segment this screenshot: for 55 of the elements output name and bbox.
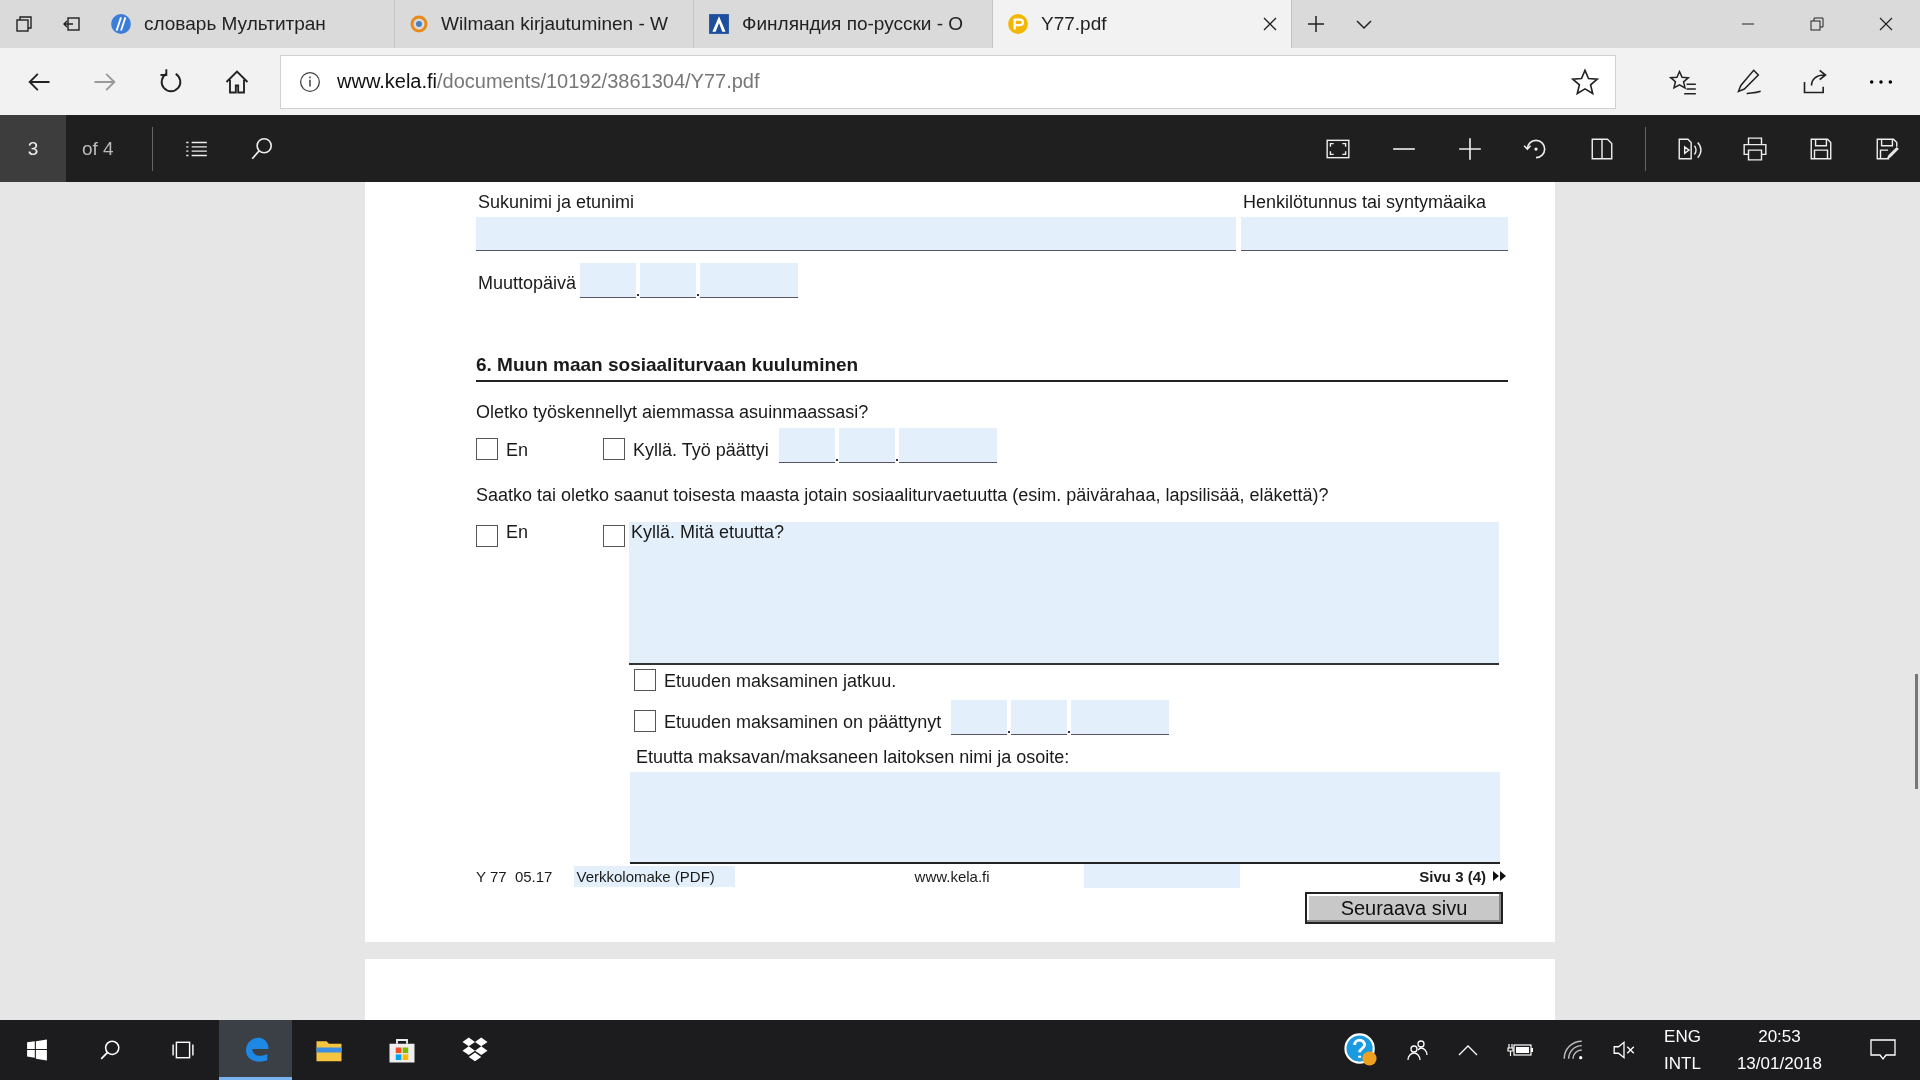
checkbox[interactable] bbox=[603, 525, 625, 547]
page-number-field[interactable]: 3 bbox=[0, 115, 66, 182]
clock-time[interactable]: 20:53 bbox=[1758, 1023, 1801, 1050]
scrollbar-thumb[interactable] bbox=[1915, 674, 1918, 789]
star-icon[interactable] bbox=[1571, 67, 1599, 96]
language-indicator[interactable]: ENG bbox=[1664, 1023, 1701, 1050]
address-bar[interactable]: www.kela.fi/documents/10192/3861304/Y77.pdf bbox=[280, 54, 1616, 109]
option-label: En bbox=[506, 522, 529, 544]
date-input-field[interactable] bbox=[1071, 700, 1170, 735]
option-label: Etuuden maksaminen jatkuu. bbox=[664, 671, 897, 693]
next-page-button[interactable]: Seuraava sivu bbox=[1305, 892, 1503, 924]
website-text: www.kela.fi bbox=[914, 867, 990, 885]
input-field[interactable] bbox=[476, 217, 1236, 251]
option-label: Etuuden maksaminen on päättynyt bbox=[664, 712, 942, 734]
page-count: of 4 bbox=[81, 137, 115, 160]
date-input-field[interactable] bbox=[838, 428, 895, 463]
option-label: Kyllä. Mitä etuutta? bbox=[630, 522, 785, 544]
field-label: Henkilötunnus tai syntymäaika bbox=[1242, 191, 1488, 214]
option-label: Kyllä. Työ päättyi bbox=[633, 440, 769, 462]
url-text: www.kela.fi/documents/10192/3861304/Y77.pdf bbox=[337, 70, 760, 93]
question-text: Saatko tai oletko saanut toisesta maasta jotain sosiaaliturvaetuutta (esim. päivärahaa, lapsilisää, eläkettä)? bbox=[476, 485, 1330, 506]
edge-browser-icon[interactable] bbox=[219, 1020, 292, 1080]
input-field[interactable] bbox=[1241, 217, 1508, 251]
date-input-field[interactable] bbox=[1011, 700, 1068, 735]
date-input-field[interactable] bbox=[580, 263, 637, 298]
field-label: Sukunimi ja etunimi bbox=[477, 191, 636, 214]
field-label: Muuttopäivä bbox=[477, 272, 578, 295]
input-field[interactable] bbox=[1083, 864, 1240, 888]
checkbox[interactable] bbox=[634, 669, 656, 691]
question-text: Oletko työskennellyt aiemmassa asuinmaassasi? bbox=[476, 402, 870, 423]
form-type-field: Verkkolomake (PDF) bbox=[574, 865, 735, 887]
option-label: En bbox=[506, 440, 529, 462]
section-heading: 6. Muun maan sosiaaliturvaan kuuluminen bbox=[476, 354, 1508, 382]
date-input-field[interactable] bbox=[898, 428, 997, 463]
date-input-field[interactable] bbox=[700, 263, 799, 298]
close-tab-icon[interactable] bbox=[1263, 17, 1277, 31]
form-code: Y 77 05.17 bbox=[476, 867, 553, 885]
keyboard-layout-indicator[interactable]: INTL bbox=[1664, 1050, 1701, 1077]
text-area[interactable] bbox=[630, 772, 1500, 864]
tower-icon bbox=[708, 13, 730, 35]
checkbox[interactable] bbox=[603, 438, 625, 460]
double-arrow-icon[interactable] bbox=[1492, 870, 1508, 882]
date-input-field[interactable] bbox=[640, 263, 697, 298]
date-input-field[interactable] bbox=[951, 700, 1008, 735]
checkbox[interactable] bbox=[634, 710, 656, 732]
date-input-field[interactable] bbox=[778, 428, 835, 463]
info-icon[interactable] bbox=[299, 70, 321, 93]
clock-date[interactable]: 13/01/2018 bbox=[1736, 1050, 1822, 1077]
field-label: Etuutta maksavan/maksaneen laitoksen nimi ja osoite: bbox=[635, 746, 1071, 769]
text-area[interactable]: Kyllä. Mitä etuutta? bbox=[629, 522, 1499, 665]
checkbox[interactable] bbox=[476, 525, 498, 547]
page-indicator: Sivu 3 (4) bbox=[1419, 867, 1486, 885]
ring-icon bbox=[409, 14, 429, 34]
browser-tab[interactable]: Y77.pdf bbox=[993, 0, 1292, 48]
checkbox[interactable] bbox=[476, 438, 498, 460]
